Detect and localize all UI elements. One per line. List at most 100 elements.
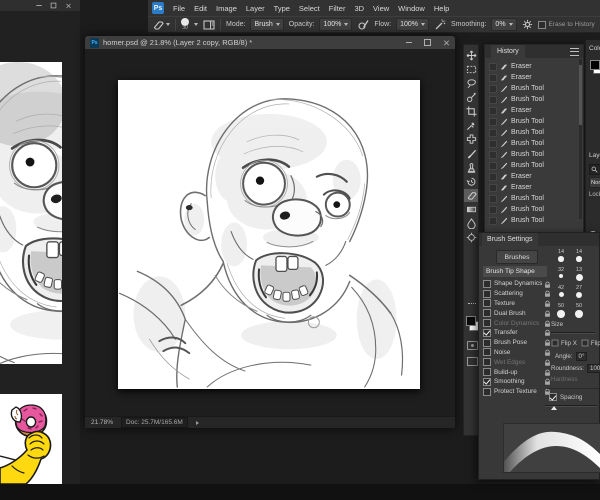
menu-view[interactable]: View xyxy=(373,4,389,13)
brush-option[interactable]: Transfer xyxy=(483,328,549,338)
lock-icon[interactable] xyxy=(544,339,551,347)
maximize-icon[interactable] xyxy=(50,2,57,9)
checkbox[interactable] xyxy=(483,368,491,377)
lock-icon[interactable] xyxy=(544,378,551,386)
history-entry[interactable]: Eraser xyxy=(485,182,583,193)
tool-rectangular-marquee[interactable] xyxy=(464,63,478,76)
checkbox[interactable] xyxy=(483,328,491,337)
brush-option[interactable]: Color Dynamics xyxy=(483,318,549,328)
checkbox[interactable] xyxy=(483,387,491,396)
lock-icon[interactable] xyxy=(544,320,551,328)
history-entry[interactable]: Brush Tool xyxy=(485,94,583,105)
lock-icon[interactable] xyxy=(544,281,551,289)
tool-quick-selection[interactable] xyxy=(464,91,478,104)
history-entry[interactable]: Eraser xyxy=(485,171,583,182)
history-source-well[interactable] xyxy=(489,161,497,170)
chevron-down-icon[interactable] xyxy=(194,23,198,26)
tool-clone-stamp[interactable] xyxy=(464,161,478,174)
tool-crop[interactable] xyxy=(464,105,478,118)
scrollbar-thumb[interactable] xyxy=(579,65,582,125)
photoshop-logo-icon[interactable]: Ps xyxy=(152,2,164,14)
spacing-option[interactable]: Spacing xyxy=(549,393,582,401)
brush-preset-picker[interactable]: 30 xyxy=(181,18,189,31)
lock-icon[interactable] xyxy=(544,300,551,308)
brush-option[interactable]: Brush Pose xyxy=(483,338,549,348)
menu-type[interactable]: Type xyxy=(274,4,290,13)
flow-dropdown[interactable]: 100% xyxy=(396,18,429,31)
history-source-well[interactable] xyxy=(489,95,497,104)
brush-option[interactable]: Build-up xyxy=(483,367,549,377)
tool-eraser[interactable] xyxy=(464,189,478,202)
brush-option[interactable]: Wet Edges xyxy=(483,357,549,367)
history-entry[interactable]: Eraser xyxy=(485,72,583,83)
brushes-button[interactable]: Brushes xyxy=(496,250,538,264)
lock-icon[interactable] xyxy=(544,290,551,298)
checkbox[interactable] xyxy=(483,358,491,367)
history-entry[interactable]: Brush Tool xyxy=(485,138,583,149)
checkbox[interactable] xyxy=(483,309,491,318)
tool-history-brush[interactable] xyxy=(464,175,478,188)
brush-option[interactable]: Protect Texture xyxy=(483,387,549,397)
maximize-icon[interactable] xyxy=(424,39,431,46)
mode-dropdown[interactable]: Brush xyxy=(250,18,284,31)
history-entry[interactable]: Eraser xyxy=(485,61,583,72)
brush-preset[interactable]: 42 xyxy=(553,285,569,297)
history-source-well[interactable] xyxy=(489,62,497,71)
checkbox[interactable] xyxy=(483,289,491,298)
foreground-color-swatch[interactable] xyxy=(590,60,600,70)
layers-filter-field[interactable] xyxy=(589,164,600,175)
brush-tip-shape-row[interactable]: Brush Tip Shape xyxy=(483,266,547,277)
history-entry[interactable]: Brush Tool xyxy=(485,215,583,226)
history-source-well[interactable] xyxy=(489,172,497,181)
foreground-color-swatch[interactable] xyxy=(466,316,476,326)
flip-y-checkbox[interactable] xyxy=(581,339,589,347)
menu-window[interactable]: Window xyxy=(398,4,425,13)
brush-preset[interactable]: 50 xyxy=(571,303,587,318)
roundness-value[interactable]: 100% xyxy=(587,364,600,373)
gear-icon[interactable] xyxy=(522,19,533,30)
checkbox[interactable] xyxy=(483,338,491,347)
tool-lasso[interactable] xyxy=(464,77,478,90)
menu-image[interactable]: Image xyxy=(216,4,237,13)
history-tab[interactable]: History xyxy=(491,45,525,58)
flip-x-option[interactable]: Flip X Flip Y xyxy=(551,339,600,347)
opacity-dropdown[interactable]: 100% xyxy=(319,18,353,31)
document-titlebar[interactable]: Ps homer.psd @ 21.8% (Layer 2 copy, RGB/… xyxy=(85,36,455,49)
menu-select[interactable]: Select xyxy=(299,4,320,13)
tool-dodge[interactable] xyxy=(464,231,478,244)
zoom-level[interactable]: 21.78% xyxy=(91,419,113,426)
history-entry[interactable]: Brush Tool xyxy=(485,193,583,204)
flip-x-checkbox[interactable] xyxy=(551,339,559,347)
brush-option[interactable]: Dual Brush xyxy=(483,308,549,318)
brush-option[interactable]: Noise xyxy=(483,348,549,358)
checkbox[interactable] xyxy=(483,348,491,357)
brush-option[interactable]: Smoothing xyxy=(483,377,549,387)
erase-to-history-checkbox[interactable] xyxy=(537,20,546,29)
tool-move[interactable] xyxy=(464,49,478,62)
eraser-tool-preset[interactable] xyxy=(152,19,170,31)
tool-spot-healing-brush[interactable] xyxy=(464,133,478,146)
checkbox[interactable] xyxy=(483,377,491,386)
history-source-well[interactable] xyxy=(489,150,497,159)
tool-blur[interactable] xyxy=(464,217,478,230)
history-source-well[interactable] xyxy=(489,117,497,126)
history-source-well[interactable] xyxy=(489,128,497,137)
angle-value[interactable]: 0° xyxy=(575,352,588,361)
history-source-well[interactable] xyxy=(489,216,497,225)
quick-mask-icon[interactable] xyxy=(467,341,478,350)
status-options-chevron-icon[interactable] xyxy=(195,420,199,425)
close-icon[interactable] xyxy=(444,40,450,46)
menu-layer[interactable]: Layer xyxy=(246,4,265,13)
history-entry[interactable]: Brush Tool xyxy=(485,160,583,171)
history-source-well[interactable] xyxy=(489,183,497,192)
screen-mode-icon[interactable] xyxy=(467,357,478,366)
history-entry[interactable]: Brush Tool xyxy=(485,83,583,94)
menu-filter[interactable]: Filter xyxy=(329,4,346,13)
color-panel-tab[interactable]: Colo xyxy=(586,40,600,52)
tool-eyedropper[interactable] xyxy=(464,119,478,132)
menu-edit[interactable]: Edit xyxy=(194,4,207,13)
canvas[interactable] xyxy=(118,80,420,389)
brush-preset[interactable]: 14 xyxy=(571,249,587,262)
smoothing-dropdown[interactable]: 0% xyxy=(491,18,517,31)
tool-brush[interactable] xyxy=(464,147,478,160)
